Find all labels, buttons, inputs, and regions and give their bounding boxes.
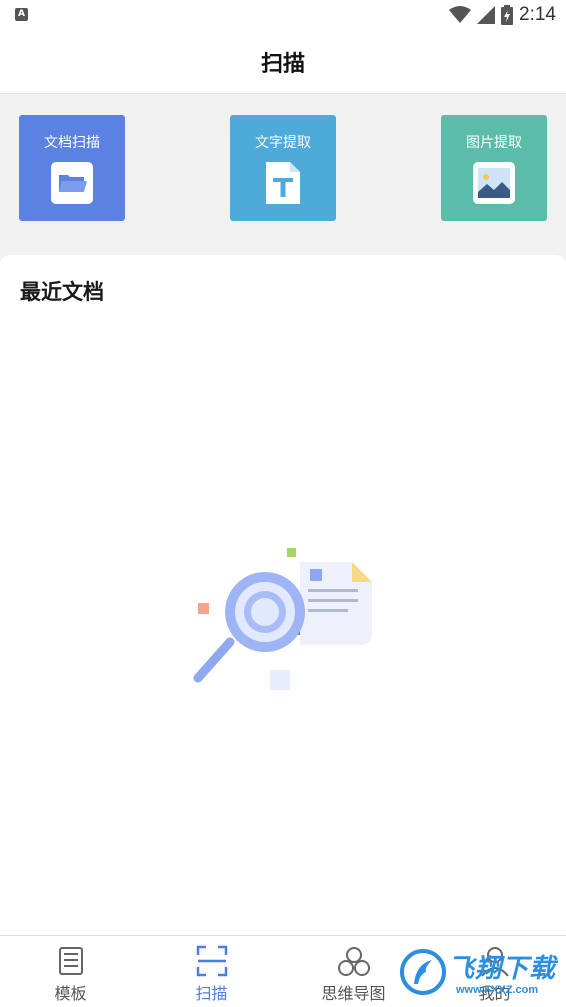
signal-icon: [477, 6, 496, 24]
tool-label: 图片提取: [466, 135, 522, 151]
watermark-text: 飞翔下载: [448, 954, 557, 984]
watermark: 飞翔下载 www.FXXZ.com: [398, 944, 558, 1002]
notification-a-icon: A: [15, 8, 28, 21]
status-icons: 2:14: [449, 3, 556, 27]
template-icon: [58, 947, 83, 975]
page-title: 扫描: [260, 52, 305, 77]
watermark-logo-icon: [400, 949, 446, 995]
folder-icon: [51, 162, 93, 204]
recent-documents-title: 最近文档: [20, 280, 104, 304]
mindmap-icon: [337, 947, 370, 976]
nav-label: 模板: [54, 984, 87, 1003]
nav-item-template[interactable]: 模板: [0, 936, 141, 1007]
document-scan-button[interactable]: 文档扫描: [19, 115, 125, 221]
nav-label: 扫描: [195, 984, 228, 1003]
magnifier-document-illustration: [193, 548, 372, 690]
battery-icon: [501, 5, 514, 25]
tool-label: 文档扫描: [44, 135, 100, 151]
status-bar: A 2:14: [0, 0, 566, 30]
scan-icon: [196, 945, 227, 977]
status-time: 2:14: [519, 4, 556, 25]
tools-panel: 文档扫描 文字提取 图片提取: [0, 94, 566, 264]
watermark-url: www.FXXZ.com: [456, 984, 539, 996]
nav-item-scan[interactable]: 扫描: [141, 936, 282, 1007]
wifi-icon: [449, 6, 472, 23]
tool-label: 文字提取: [255, 135, 311, 151]
image-extract-button[interactable]: 图片提取: [441, 115, 547, 221]
recent-documents-section: 最近文档: [0, 255, 566, 935]
text-file-icon: [262, 162, 304, 204]
text-extract-button[interactable]: 文字提取: [230, 115, 336, 221]
app-header: 扫描: [0, 30, 566, 94]
image-icon: [473, 162, 515, 204]
